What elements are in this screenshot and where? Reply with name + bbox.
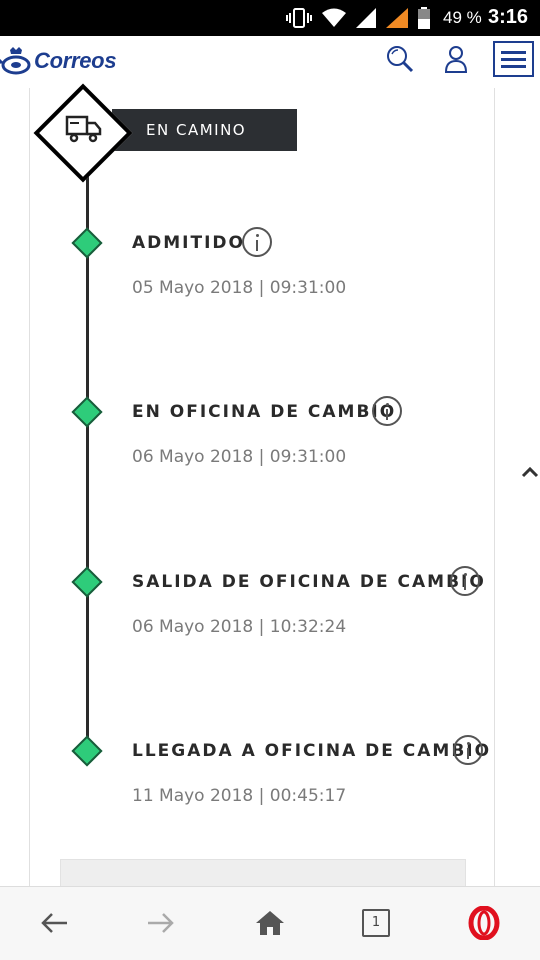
battery-percent: 49 %	[443, 8, 482, 27]
event-date: 06 Mayo 2018 | 10:32:24	[132, 617, 347, 637]
current-status-banner: EN CAMINO	[112, 109, 297, 151]
user-icon	[444, 46, 468, 73]
forward-button[interactable]	[143, 905, 179, 941]
event-date: 05 Mayo 2018 | 09:31:00	[132, 278, 347, 298]
home-icon	[256, 911, 284, 935]
event-title: SALIDA DE OFICINA DE CAMBIO	[132, 572, 486, 592]
vibrate-icon	[286, 8, 312, 28]
menu-icon-bar	[501, 64, 526, 68]
menu-button[interactable]	[493, 41, 534, 77]
event-date: 06 Mayo 2018 | 09:31:00	[132, 447, 347, 467]
opera-icon	[468, 906, 500, 940]
info-icon[interactable]	[242, 227, 272, 257]
tracking-card	[29, 88, 495, 898]
posthorn-crown-icon	[0, 47, 31, 75]
event-date: 11 Mayo 2018 | 00:45:17	[132, 786, 347, 806]
event-title: LLEGADA A OFICINA DE CAMBIO	[132, 741, 492, 761]
search-icon	[387, 46, 414, 73]
status-bar: 49 % 3:16	[0, 0, 540, 36]
back-button[interactable]	[36, 905, 72, 941]
search-button[interactable]	[385, 44, 415, 74]
user-button[interactable]	[441, 44, 471, 74]
app-header: Correos	[0, 36, 540, 88]
event-title: EN OFICINA DE CAMBIO	[132, 402, 397, 422]
menu-icon-bar	[501, 57, 526, 61]
home-button[interactable]	[252, 905, 288, 941]
tabs-icon[interactable]: 1	[362, 909, 390, 937]
browser-toolbar	[0, 886, 540, 960]
info-icon[interactable]	[372, 396, 402, 426]
info-icon[interactable]	[453, 735, 483, 765]
brand-name: Correos	[34, 48, 117, 73]
forward-arrow-icon	[148, 913, 174, 933]
truck-icon	[65, 115, 102, 143]
signal-icon	[356, 8, 376, 28]
clock: 3:16	[488, 6, 529, 28]
info-icon[interactable]	[450, 566, 480, 596]
wifi-icon	[322, 8, 346, 27]
event-title: ADMITIDO	[132, 233, 245, 253]
back-arrow-icon	[41, 913, 67, 933]
battery-icon	[418, 7, 430, 29]
opera-menu-button[interactable]	[466, 905, 502, 941]
scroll-up-chevron-icon[interactable]	[520, 462, 540, 482]
signal-orange-icon	[386, 8, 408, 28]
menu-icon-bar	[501, 50, 526, 54]
correos-logo[interactable]: Correos	[0, 46, 117, 76]
status-icons	[286, 7, 430, 29]
